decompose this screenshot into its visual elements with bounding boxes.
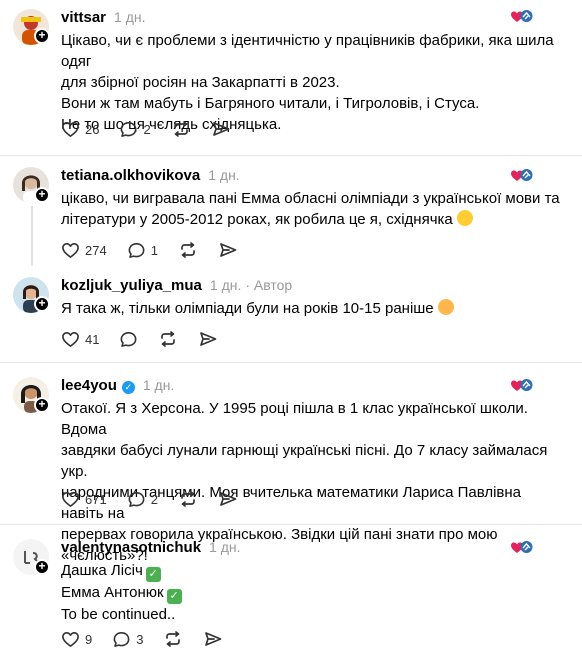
timestamp[interactable]: 1 дн. — [209, 539, 240, 555]
post-text: Я така ж, тільки олімпіади були на років… — [61, 298, 566, 319]
username[interactable]: valentynasotnichuk — [61, 539, 201, 556]
reply-button[interactable]: 3 — [112, 630, 143, 649]
comment-icon — [112, 630, 131, 649]
username[interactable]: lee4you — [61, 377, 117, 394]
post-text: Дашка Лісіч ✓ Емма Антонюк ✓ To be continu… — [61, 560, 566, 625]
check-icon: ✓ — [166, 589, 182, 604]
share-button[interactable] — [218, 240, 238, 260]
reaction-icon — [510, 8, 534, 24]
follow-plus-icon[interactable]: + — [34, 28, 50, 44]
comment-icon — [119, 330, 138, 349]
share-icon — [211, 119, 231, 139]
repost-button[interactable] — [158, 329, 178, 349]
share-icon — [198, 329, 218, 349]
timestamp[interactable]: 1 дн. — [210, 277, 241, 293]
post-actions: 41 — [61, 329, 238, 349]
share-button[interactable] — [211, 119, 231, 139]
author-label: · Автор — [245, 277, 293, 293]
share-button[interactable] — [198, 329, 218, 349]
reaction-icon — [510, 539, 534, 555]
heart-icon — [61, 241, 80, 260]
repost-icon — [163, 629, 183, 649]
share-icon — [218, 489, 238, 509]
divider — [0, 155, 582, 156]
grinning-emoji — [437, 299, 454, 315]
repost-icon — [178, 489, 198, 509]
like-count: 26 — [85, 121, 100, 137]
post-text: цікаво, чи вигравала пані Емма обласні о… — [61, 190, 560, 228]
share-button[interactable] — [203, 629, 223, 649]
username[interactable]: tetiana.olkhovikova — [61, 167, 200, 184]
reaction-icon — [510, 167, 534, 183]
thread-line — [31, 206, 33, 266]
timestamp[interactable]: 1 дн. — [208, 167, 239, 183]
reaction-icon — [510, 377, 534, 393]
timestamp[interactable]: 1 дн. — [114, 9, 145, 25]
repost-button[interactable] — [178, 240, 198, 260]
comment-icon — [127, 490, 146, 509]
like-button[interactable]: 9 — [61, 630, 92, 649]
reply-count: 3 — [136, 631, 144, 647]
reply-count: 2 — [143, 121, 151, 137]
share-icon — [218, 240, 238, 260]
like-button[interactable]: 671 — [61, 490, 107, 509]
repost-icon — [171, 119, 191, 139]
laughing-emoji — [456, 210, 473, 226]
repost-button[interactable] — [171, 119, 191, 139]
heart-icon — [61, 330, 80, 349]
heart-icon — [61, 120, 80, 139]
repost-button[interactable] — [178, 489, 198, 509]
reply-button[interactable]: 2 — [127, 490, 158, 509]
follow-plus-icon[interactable]: + — [34, 296, 50, 312]
divider — [0, 362, 582, 363]
follow-plus-icon[interactable]: + — [34, 559, 50, 575]
like-button[interactable]: 41 — [61, 330, 99, 349]
follow-plus-icon[interactable]: + — [34, 187, 50, 203]
check-icon: ✓ — [145, 567, 161, 582]
username[interactable]: kozljuk_yuliya_mua — [61, 277, 202, 294]
heart-icon — [61, 630, 80, 649]
divider — [0, 524, 582, 525]
reply-count: 1 — [150, 242, 158, 258]
comment-icon — [119, 120, 138, 139]
repost-button[interactable] — [163, 629, 183, 649]
timestamp[interactable]: 1 дн. — [143, 377, 174, 393]
post-actions: 26 2 — [61, 119, 251, 139]
heart-icon — [61, 490, 80, 509]
like-count: 274 — [85, 242, 107, 258]
post-actions: 671 2 — [61, 489, 258, 509]
share-button[interactable] — [218, 489, 238, 509]
reply-count: 2 — [150, 491, 158, 507]
verified-badge-icon: ✓ — [121, 381, 135, 394]
post-actions: 9 3 — [61, 629, 243, 649]
like-count: 9 — [85, 631, 93, 647]
post-actions: 274 1 — [61, 240, 258, 260]
reply-button[interactable] — [119, 330, 138, 349]
share-icon — [203, 629, 223, 649]
repost-icon — [158, 329, 178, 349]
reply-button[interactable]: 2 — [119, 120, 151, 139]
like-count: 41 — [85, 331, 100, 347]
comment-icon — [127, 241, 146, 260]
like-button[interactable]: 274 — [61, 241, 107, 260]
like-button[interactable]: 26 — [61, 120, 99, 139]
username[interactable]: vittsar — [61, 9, 106, 26]
follow-plus-icon[interactable]: + — [34, 397, 50, 413]
like-count: 671 — [85, 491, 107, 507]
repost-icon — [178, 240, 198, 260]
reply-button[interactable]: 1 — [127, 241, 158, 260]
